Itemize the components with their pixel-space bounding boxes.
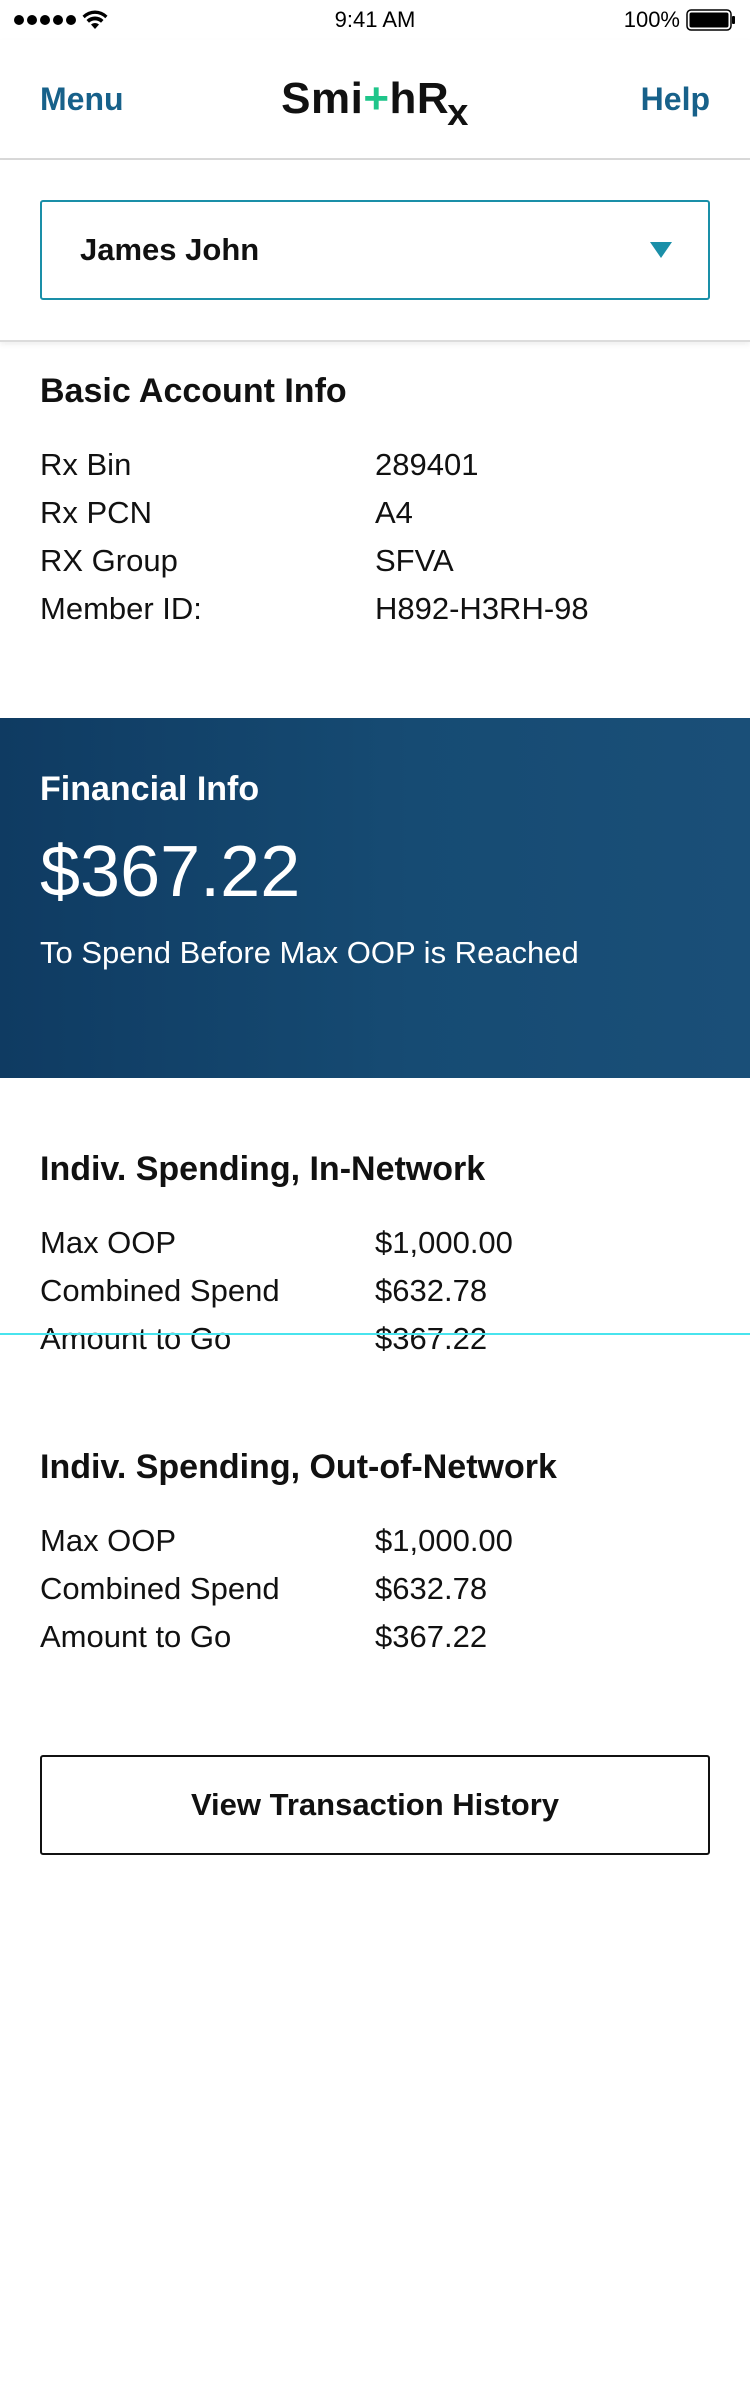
info-value: SFVA xyxy=(375,543,454,578)
spend-row-max-oop: Max OOP $1,000.00 xyxy=(40,1517,710,1565)
guide-line xyxy=(0,1333,750,1335)
spend-label: Combined Spend xyxy=(40,1273,280,1308)
in-network-title: Indiv. Spending, In-Network xyxy=(40,1150,486,1188)
spend-value: $367.22 xyxy=(375,1619,488,1654)
logo-text-smi: Smi xyxy=(281,74,364,123)
member-dropdown[interactable]: James John xyxy=(40,200,710,300)
spend-value: $367.22 xyxy=(375,1321,488,1356)
battery-percent: 100% xyxy=(623,7,680,32)
spend-row-max-oop: Max OOP $1,000.00 xyxy=(40,1219,710,1267)
logo-plus: + xyxy=(363,74,390,123)
spend-value: $1,000.00 xyxy=(375,1523,513,1558)
info-label: Rx Bin xyxy=(40,447,132,482)
out-of-network-title: Indiv. Spending, Out-of-Network xyxy=(40,1448,557,1486)
info-value: A4 xyxy=(375,495,413,530)
battery-icon xyxy=(686,9,735,31)
wifi-icon xyxy=(82,10,108,29)
spend-value: $632.78 xyxy=(375,1273,488,1308)
financial-info-title: Financial Info xyxy=(40,770,260,808)
member-selector-area: James John xyxy=(0,160,750,342)
info-row-rx-bin: Rx Bin 289401 xyxy=(40,441,710,489)
financial-amount: $367.22 xyxy=(40,832,301,912)
info-label: Rx PCN xyxy=(40,495,152,530)
logo-text-hr: hR xyxy=(389,74,450,123)
help-button[interactable]: Help xyxy=(641,81,710,118)
status-left xyxy=(14,10,214,30)
spend-label: Max OOP xyxy=(40,1225,177,1260)
info-row-rx-group: RX Group SFVA xyxy=(40,537,710,585)
spend-row-amount-to-go: Amount to Go $367.22 xyxy=(40,1315,710,1363)
out-of-network-spending: Indiv. Spending, Out-of-Network Max OOP … xyxy=(40,1448,710,1661)
info-row-rx-pcn: Rx PCN A4 xyxy=(40,489,710,537)
spend-label: Combined Spend xyxy=(40,1571,280,1606)
spend-value: $1,000.00 xyxy=(375,1225,513,1260)
financial-caption: To Spend Before Max OOP is Reached xyxy=(40,935,579,970)
financial-info-banner: Financial Info $367.22 To Spend Before M… xyxy=(0,718,750,1078)
spend-value: $632.78 xyxy=(375,1571,488,1606)
info-label: Member ID: xyxy=(40,591,202,626)
status-bar: 9:41 AM 100% xyxy=(0,0,750,40)
spend-label: Amount to Go xyxy=(40,1619,232,1654)
status-right: 100% xyxy=(536,7,736,33)
info-label: RX Group xyxy=(40,543,178,578)
info-value: H892-H3RH-98 xyxy=(375,591,589,626)
logo-text-x: x xyxy=(447,92,469,134)
spend-row-combined: Combined Spend $632.78 xyxy=(40,1267,710,1315)
in-network-spending: Indiv. Spending, In-Network Max OOP $1,0… xyxy=(40,1150,710,1363)
member-dropdown-value: James John xyxy=(80,232,260,267)
view-transaction-history-button[interactable]: View Transaction History xyxy=(40,1755,710,1855)
basic-info-title: Basic Account Info xyxy=(40,372,347,410)
spend-label: Max OOP xyxy=(40,1523,177,1558)
spend-label: Amount to Go xyxy=(40,1321,232,1356)
info-value: 289401 xyxy=(375,447,479,482)
spend-row-combined: Combined Spend $632.78 xyxy=(40,1565,710,1613)
menu-button[interactable]: Menu xyxy=(40,81,124,118)
spend-row-amount-to-go: Amount to Go $367.22 xyxy=(40,1613,710,1661)
app-header: Menu Smi+hRx Help xyxy=(0,40,750,160)
basic-account-info: Basic Account Info Rx Bin 289401 Rx PCN … xyxy=(40,372,710,633)
info-row-member-id: Member ID: H892-H3RH-98 xyxy=(40,585,710,633)
signal-dots-icon xyxy=(14,15,76,25)
app-screen: 9:41 AM 100% Menu Smi+hRx Help James Joh… xyxy=(0,0,750,2400)
chevron-down-icon xyxy=(650,242,672,258)
